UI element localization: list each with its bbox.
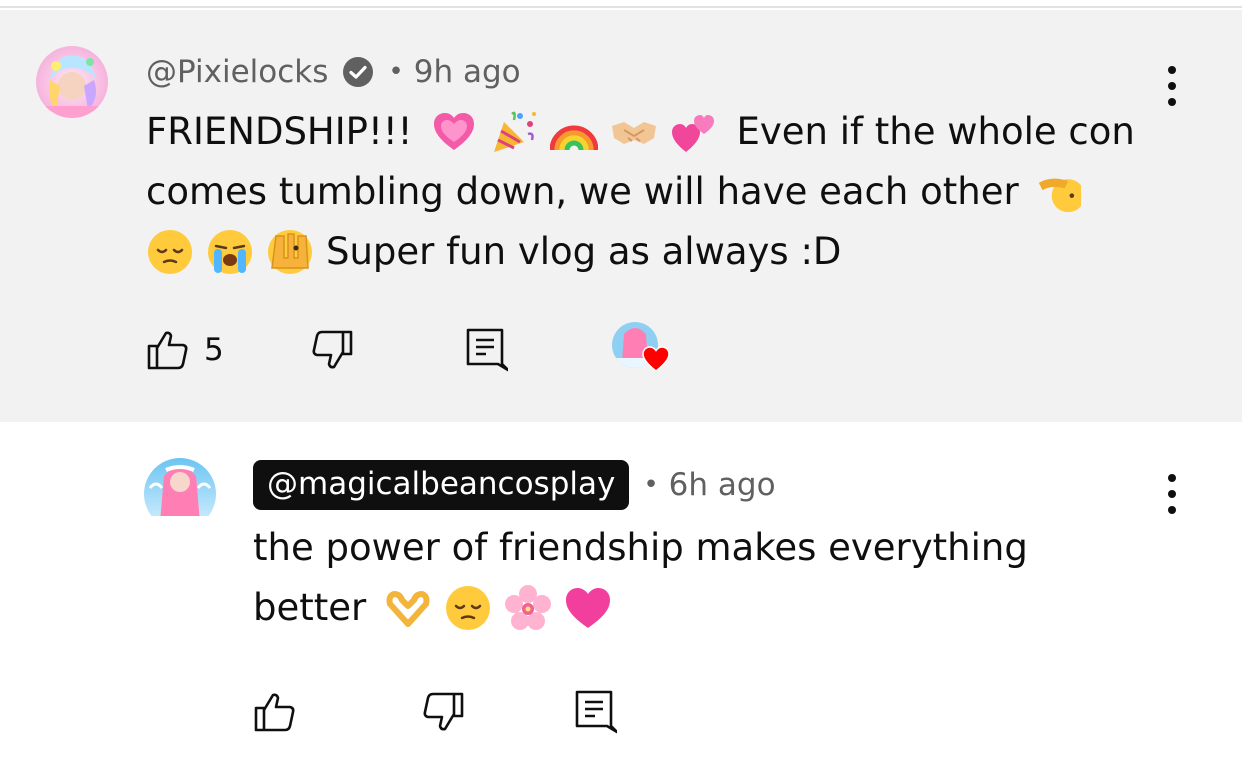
reply-button[interactable] — [464, 326, 508, 374]
heart-sparkle-icon — [434, 113, 475, 150]
comment-meta: @Pixielocks • 9h ago — [146, 50, 521, 94]
comment-meta: @magicalbeancosplay • 6h ago — [253, 458, 776, 512]
two-hearts-icon — [672, 115, 715, 152]
comment-line: the power of friendship makes everything — [253, 518, 1153, 578]
timestamp: 9h ago — [413, 54, 521, 90]
avatar[interactable] — [36, 46, 108, 118]
pensive-face-icon — [446, 586, 491, 630]
author-handle[interactable]: @Pixielocks — [146, 54, 328, 90]
rainbow-icon — [550, 125, 599, 151]
more-vert-icon-dot — [1168, 490, 1176, 498]
more-vert-icon — [1168, 66, 1176, 74]
text-segment: the power of friendship makes everything — [253, 526, 1028, 569]
text-segment: Super fun vlog as always :D — [326, 230, 842, 273]
comment-line: Super fun vlog as always :D — [146, 222, 1156, 282]
dislike-button[interactable] — [421, 690, 465, 734]
more-vert-icon-dot — [1168, 98, 1176, 106]
pensive-face-icon — [148, 230, 192, 274]
dislike-button[interactable] — [310, 328, 354, 372]
more-options-button[interactable] — [1160, 474, 1184, 514]
text-segment: FRIENDSHIP!!! — [146, 110, 413, 153]
like-icon — [254, 693, 295, 732]
comment-line: comes tumbling down, we will have each o… — [146, 162, 1156, 222]
comment-text: FRIENDSHIP!!! Even if the whole con come… — [146, 102, 1156, 282]
reply-icon — [466, 328, 508, 372]
separator-dot: • — [643, 470, 659, 500]
heart-icon — [641, 346, 670, 372]
separator-dot: • — [388, 57, 404, 87]
more-vert-icon — [1168, 474, 1176, 482]
reply-button[interactable] — [573, 688, 617, 736]
text-segment: comes tumbling down, we will have each o… — [146, 170, 1019, 213]
like-button[interactable]: 5 — [146, 328, 224, 372]
creator-heart-badge[interactable] — [611, 322, 670, 378]
pink-heart-icon — [566, 588, 611, 628]
dislike-icon — [312, 330, 353, 369]
comment-line: better — [253, 578, 1153, 638]
comment-highlighted: @Pixielocks • 9h ago FRIENDSHIP!!! Even … — [0, 10, 1242, 422]
peeking-face-icon — [268, 230, 312, 274]
like-count: 5 — [204, 332, 224, 368]
timestamp: 6h ago — [668, 467, 776, 503]
comment-reply: @magicalbeancosplay • 6h ago the power o… — [0, 422, 1242, 783]
author-handle-highlighted[interactable]: @magicalbeancosplay — [253, 460, 630, 510]
text-segment: Even if the whole con — [736, 110, 1135, 153]
verified-icon — [342, 56, 374, 88]
like-button[interactable] — [253, 690, 297, 734]
heart-hands-icon — [386, 591, 430, 627]
more-vert-icon-dot — [1168, 82, 1176, 90]
more-options-button[interactable] — [1160, 66, 1184, 106]
cherry-blossom-icon — [505, 585, 552, 630]
crying-face-icon — [208, 230, 252, 274]
handshake-icon — [612, 122, 657, 144]
comment-line: FRIENDSHIP!!! Even if the whole con — [146, 102, 1156, 162]
more-vert-icon-dot — [1168, 506, 1176, 514]
text-segment: better — [253, 586, 367, 629]
dislike-icon — [423, 692, 464, 731]
like-icon — [147, 331, 188, 370]
comment-text: the power of friendship makes everything… — [253, 518, 1153, 638]
top-divider — [0, 0, 1242, 8]
reply-icon — [575, 690, 617, 734]
avatar[interactable] — [144, 458, 216, 530]
comment-actions — [253, 682, 617, 742]
comment-actions: 5 — [146, 320, 670, 380]
party-popper-icon — [494, 111, 537, 152]
saluting-face-icon — [1038, 178, 1081, 213]
